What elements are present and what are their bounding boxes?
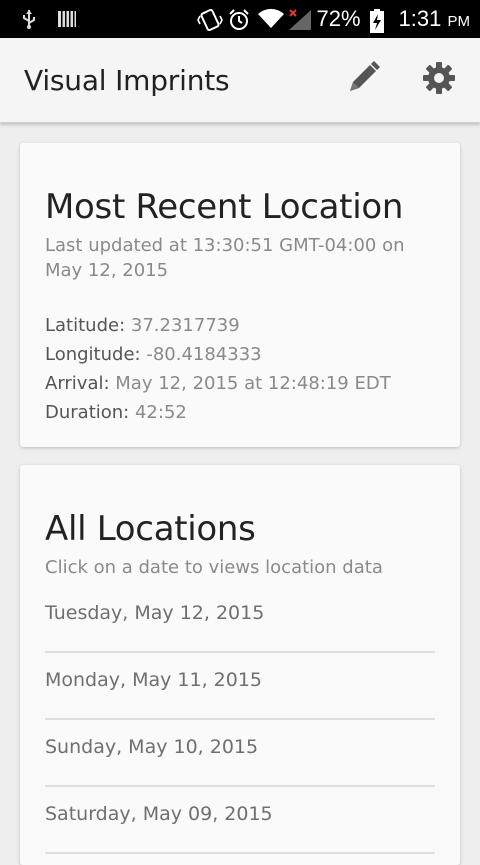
duration-label: Duration: bbox=[45, 402, 130, 423]
location-details: Latitude: 37.2317739 Longitude: -80.4184… bbox=[45, 311, 391, 427]
date-item-may-11[interactable]: Monday, May 11, 2015 bbox=[45, 653, 435, 720]
arrival-value: May 12, 2015 at 12:48:19 EDT bbox=[115, 373, 391, 394]
status-bar: 72% 1:31 PM bbox=[0, 0, 480, 38]
date-item-may-10[interactable]: Sunday, May 10, 2015 bbox=[45, 720, 435, 787]
latitude-value: 37.2317739 bbox=[130, 315, 240, 336]
gear-icon bbox=[421, 60, 457, 101]
clock-ampm: PM bbox=[447, 13, 471, 30]
clock-time: 1:31 bbox=[398, 6, 442, 31]
vibrate-icon bbox=[196, 8, 223, 32]
signal-icon bbox=[287, 8, 311, 30]
alarm-icon bbox=[227, 8, 249, 30]
recent-location-card: Most Recent Location Last updated at 13:… bbox=[20, 143, 460, 447]
app-title: Visual Imprints bbox=[24, 63, 230, 97]
duration-row: Duration: 42:52 bbox=[45, 398, 391, 427]
longitude-value: -80.4184333 bbox=[146, 344, 262, 365]
usb-icon bbox=[18, 8, 40, 30]
recent-location-title: Most Recent Location bbox=[45, 187, 404, 227]
latitude-label: Latitude: bbox=[45, 315, 126, 336]
pencil-icon bbox=[343, 58, 383, 103]
date-item-may-12[interactable]: Tuesday, May 12, 2015 bbox=[45, 586, 435, 653]
all-locations-title: All Locations bbox=[45, 509, 256, 549]
clock: 1:31 PM bbox=[399, 6, 470, 32]
barcode-icon bbox=[56, 8, 78, 30]
longitude-label: Longitude: bbox=[45, 344, 141, 365]
arrival-row: Arrival: May 12, 2015 at 12:48:19 EDT bbox=[45, 369, 391, 398]
arrival-label: Arrival: bbox=[45, 373, 110, 394]
edit-button[interactable] bbox=[342, 59, 384, 101]
settings-button[interactable] bbox=[418, 59, 460, 101]
battery-charging-icon bbox=[369, 8, 391, 33]
last-updated-text: Last updated at 13:30:51 GMT-04:00 on Ma… bbox=[45, 235, 405, 281]
date-list: Tuesday, May 12, 2015 Monday, May 11, 20… bbox=[45, 586, 435, 854]
duration-value: 42:52 bbox=[134, 402, 187, 423]
all-locations-hint: Click on a date to views location data bbox=[45, 557, 383, 578]
battery-percent: 72% bbox=[316, 6, 361, 31]
date-item-may-09[interactable]: Saturday, May 09, 2015 bbox=[45, 787, 435, 854]
longitude-row: Longitude: -80.4184333 bbox=[45, 340, 391, 369]
all-locations-card: All Locations Click on a date to views l… bbox=[20, 465, 460, 865]
latitude-row: Latitude: 37.2317739 bbox=[45, 311, 391, 340]
app-bar: Visual Imprints bbox=[0, 38, 480, 123]
wifi-icon bbox=[257, 8, 284, 30]
